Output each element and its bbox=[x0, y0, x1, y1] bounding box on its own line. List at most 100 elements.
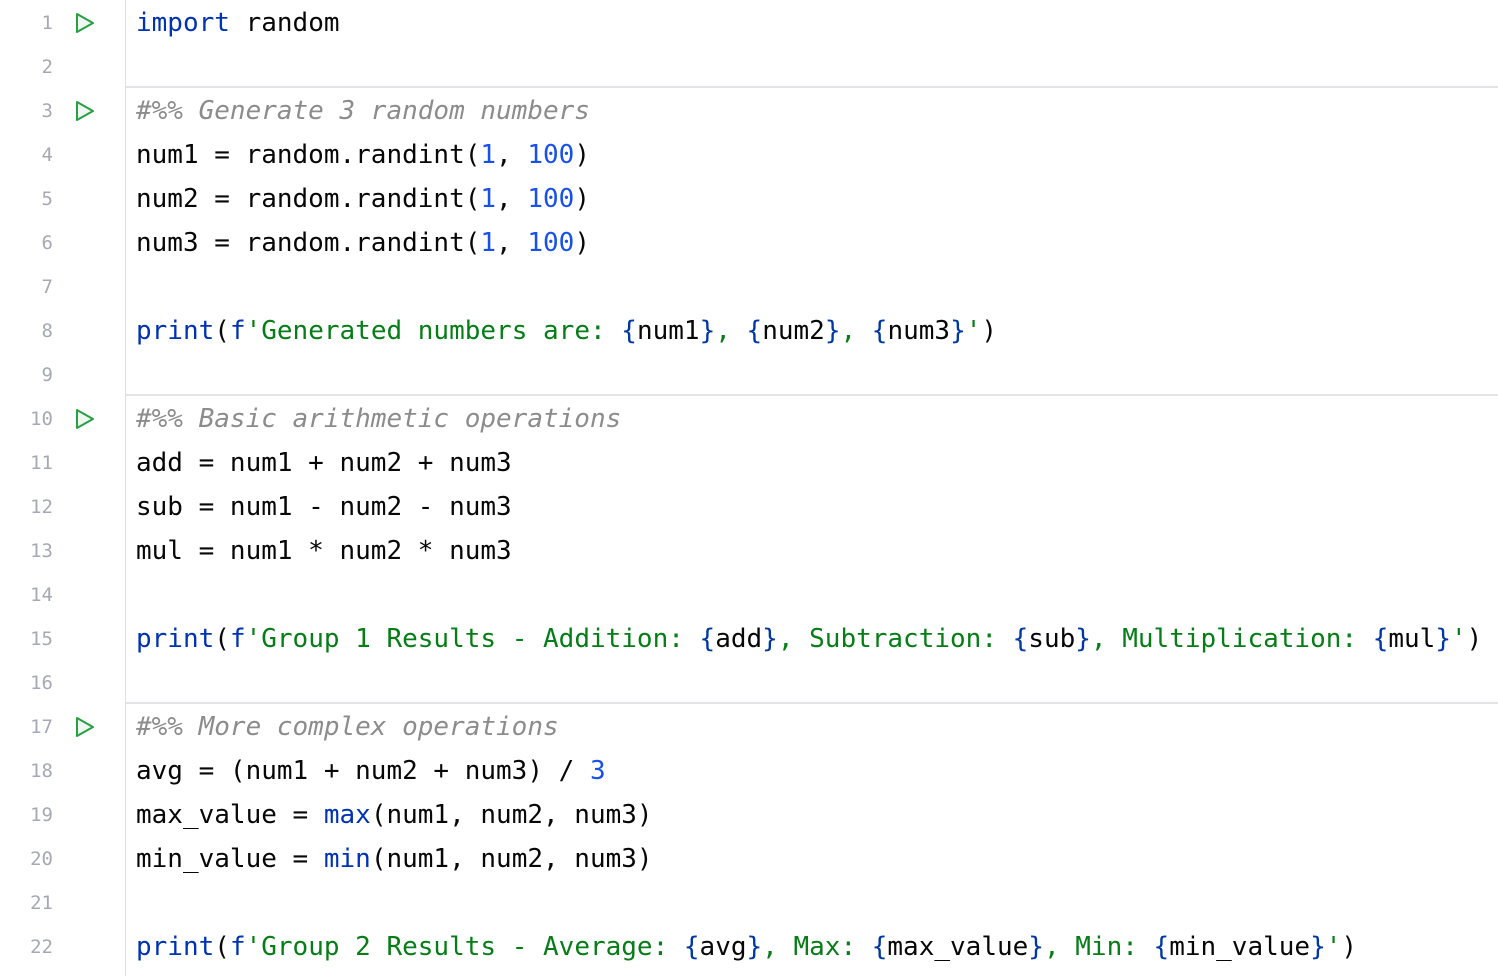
code-line-text[interactable]: print(f'Group 2 Results - Average: {avg}… bbox=[125, 925, 1357, 969]
run-cell-play-icon bbox=[70, 713, 98, 741]
code-token-brace: } bbox=[1075, 624, 1091, 654]
editor-line: 6 num3 = random.randint(1, 100) bbox=[0, 221, 1498, 265]
editor-line: 1import random bbox=[0, 1, 1498, 45]
code-line-text[interactable]: max_value = max(num1, num2, num3) bbox=[125, 793, 653, 837]
editor-line: 19 max_value = max(num1, num2, num3) bbox=[0, 793, 1498, 837]
editor-gutter: 2 bbox=[0, 45, 125, 89]
code-token-num: 1 bbox=[480, 140, 496, 170]
code-token-brace: { bbox=[700, 624, 716, 654]
line-number: 12 bbox=[0, 485, 53, 529]
code-token-str: 'Generated numbers are: bbox=[246, 316, 622, 346]
code-token-brace: { bbox=[1013, 624, 1029, 654]
code-line-text[interactable]: min_value = min(num1, num2, num3) bbox=[125, 837, 653, 881]
line-number: 17 bbox=[0, 705, 53, 749]
line-number: 20 bbox=[0, 837, 53, 881]
code-token-plain: max_value = bbox=[136, 800, 324, 830]
code-token-num: 100 bbox=[527, 228, 574, 258]
editor-line: 21 bbox=[0, 881, 1498, 925]
line-number: 4 bbox=[0, 133, 53, 177]
run-cell-button[interactable] bbox=[70, 713, 98, 741]
line-number: 14 bbox=[0, 573, 53, 617]
code-token-comment: #%% Basic arithmetic operations bbox=[136, 404, 621, 434]
code-token-plain: add bbox=[715, 624, 762, 654]
code-line-text[interactable]: num2 = random.randint(1, 100) bbox=[125, 177, 590, 221]
editor-gutter: 3 bbox=[0, 89, 125, 133]
code-token-plain: min_value bbox=[1169, 932, 1310, 962]
run-cell-button[interactable] bbox=[70, 9, 98, 37]
code-token-kw: import bbox=[136, 8, 230, 38]
code-token-str: 'Group 2 Results - Average: bbox=[246, 932, 684, 962]
editor-gutter: 21 bbox=[0, 881, 125, 925]
code-line-text[interactable]: add = num1 + num2 + num3 bbox=[125, 441, 512, 485]
code-token-brace: } bbox=[1310, 932, 1326, 962]
code-token-plain: num2 bbox=[762, 316, 825, 346]
code-token-plain: num3 = random.randint( bbox=[136, 228, 480, 258]
line-number: 19 bbox=[0, 793, 53, 837]
code-token-plain: ( bbox=[214, 316, 230, 346]
code-token-str: 'Group 1 Results - Addition: bbox=[246, 624, 700, 654]
editor-gutter: 20 bbox=[0, 837, 125, 881]
code-token-str: , Subtraction: bbox=[778, 624, 1013, 654]
code-token-kw: f bbox=[230, 932, 246, 962]
line-number: 7 bbox=[0, 265, 53, 309]
cell-separator-line bbox=[125, 86, 1498, 88]
code-line-text[interactable]: print(f'Group 1 Results - Addition: {add… bbox=[125, 617, 1482, 661]
line-number: 6 bbox=[0, 221, 53, 265]
line-number: 3 bbox=[0, 89, 53, 133]
cell-separator-line bbox=[125, 702, 1498, 704]
code-token-str: ' bbox=[966, 316, 982, 346]
run-cell-button[interactable] bbox=[70, 405, 98, 433]
line-number: 2 bbox=[0, 45, 53, 89]
editor-gutter: 22 bbox=[0, 925, 125, 969]
editor-gutter: 14 bbox=[0, 573, 125, 617]
line-number: 11 bbox=[0, 441, 53, 485]
editor-line: 8print(f'Generated numbers are: {num1}, … bbox=[0, 309, 1498, 353]
code-line-text[interactable]: num1 = random.randint(1, 100) bbox=[125, 133, 590, 177]
code-editor[interactable]: 1import random23#%% Generate 3 random nu… bbox=[0, 0, 1498, 976]
code-token-plain: min_value = bbox=[136, 844, 324, 874]
editor-gutter: 10 bbox=[0, 397, 125, 441]
editor-gutter: 19 bbox=[0, 793, 125, 837]
line-number: 18 bbox=[0, 749, 53, 793]
code-token-plain: (num1, num2, num3) bbox=[371, 800, 653, 830]
code-token-brace: } bbox=[747, 932, 763, 962]
line-number: 5 bbox=[0, 177, 53, 221]
run-cell-play-icon bbox=[70, 405, 98, 433]
editor-line: 11 add = num1 + num2 + num3 bbox=[0, 441, 1498, 485]
code-line-text[interactable]: avg = (num1 + num2 + num3) / 3 bbox=[125, 749, 606, 793]
editor-line: 17 #%% More complex operations bbox=[0, 705, 1498, 749]
code-token-brace: } bbox=[1435, 624, 1451, 654]
code-line-text[interactable]: #%% Basic arithmetic operations bbox=[125, 397, 621, 441]
code-token-brace: } bbox=[950, 316, 966, 346]
code-token-brace: { bbox=[747, 316, 763, 346]
code-line-text[interactable]: sub = num1 - num2 - num3 bbox=[125, 485, 512, 529]
editor-line: 22print(f'Group 2 Results - Average: {av… bbox=[0, 925, 1498, 969]
code-token-brace: { bbox=[1373, 624, 1389, 654]
code-line-text[interactable]: mul = num1 * num2 * num3 bbox=[125, 529, 512, 573]
code-token-plain: num2 = random.randint( bbox=[136, 184, 480, 214]
code-token-num: 1 bbox=[480, 228, 496, 258]
code-token-plain: add = num1 + num2 + num3 bbox=[136, 448, 512, 478]
code-token-brace: } bbox=[825, 316, 841, 346]
line-number: 13 bbox=[0, 529, 53, 573]
code-line-text[interactable]: #%% More complex operations bbox=[125, 705, 559, 749]
code-token-kw: print bbox=[136, 316, 214, 346]
line-number: 15 bbox=[0, 617, 53, 661]
code-token-kw: print bbox=[136, 624, 214, 654]
editor-gutter: 13 bbox=[0, 529, 125, 573]
code-token-plain: num1 bbox=[637, 316, 700, 346]
code-line-text[interactable]: num3 = random.randint(1, 100) bbox=[125, 221, 590, 265]
code-token-str: , bbox=[840, 316, 871, 346]
code-token-brace: { bbox=[872, 316, 888, 346]
line-number: 10 bbox=[0, 397, 53, 441]
code-token-plain: (num1, num2, num3) bbox=[371, 844, 653, 874]
code-line-text[interactable]: #%% Generate 3 random numbers bbox=[125, 89, 590, 133]
editor-line: 3 #%% Generate 3 random numbers bbox=[0, 89, 1498, 133]
code-token-plain: avg = (num1 + num2 + num3) / bbox=[136, 756, 590, 786]
code-token-num: 100 bbox=[527, 184, 574, 214]
code-line-text[interactable]: import random bbox=[125, 1, 340, 45]
code-token-plain: ( bbox=[214, 932, 230, 962]
code-line-text[interactable]: print(f'Generated numbers are: {num1}, {… bbox=[125, 309, 997, 353]
run-cell-play-icon bbox=[70, 97, 98, 125]
run-cell-button[interactable] bbox=[70, 97, 98, 125]
